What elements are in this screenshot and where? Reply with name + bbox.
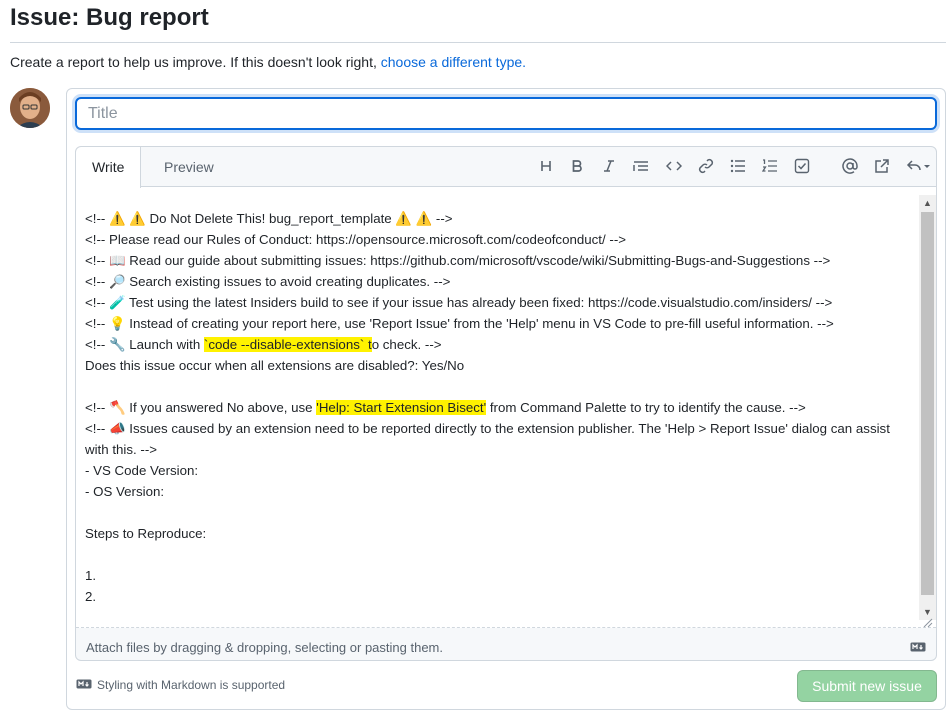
text-line-content: 1. (85, 568, 97, 583)
tab-preview[interactable]: Preview (148, 147, 230, 187)
text-line-content: <!-- ⚠️ ⚠️ Do Not Delete This! bug_repor… (85, 211, 453, 226)
text-line-content: <!-- 📣 Issues caused by an extension nee… (85, 421, 894, 457)
mention-icon[interactable] (836, 153, 864, 179)
markdown-note-text: Styling with Markdown is supported (97, 678, 286, 692)
scroll-up-icon[interactable]: ▲ (919, 195, 936, 211)
text-line: <!-- Please read our Rules of Conduct: h… (85, 229, 903, 250)
text-line: <!-- 🪓 If you answered No above, use 'He… (85, 397, 903, 418)
bold-icon[interactable] (563, 153, 591, 179)
text-line-content: <!-- 💡 Instead of creating your report h… (85, 316, 834, 331)
vertical-scrollbar[interactable]: ▲ ▼ (919, 195, 936, 620)
highlighted-text: `code --disable-extensions` t (203, 337, 372, 352)
text-line-content: o check. --> (371, 337, 442, 352)
text-line-content: - VS Code Version: (85, 463, 199, 478)
heading-icon[interactable] (532, 153, 560, 179)
title-divider (10, 42, 946, 43)
submit-issue-button[interactable]: Submit new issue (797, 670, 937, 702)
attach-files-hint[interactable]: Attach files by dragging & dropping, sel… (86, 640, 443, 655)
text-line: <!-- ⚠️ ⚠️ Do Not Delete This! bug_repor… (85, 208, 903, 229)
code-icon[interactable] (660, 153, 688, 179)
text-line: <!-- 🔎 Search existing issues to avoid c… (85, 271, 903, 292)
text-line (85, 502, 903, 523)
quote-icon[interactable] (627, 153, 655, 179)
text-line: <!-- 🧪 Test using the latest Insiders bu… (85, 292, 903, 313)
text-line-content: Steps to Reproduce: (85, 526, 207, 541)
text-line-content: <!-- 🧪 Test using the latest Insiders bu… (85, 295, 833, 310)
text-line-content: <!-- 🪓 If you answered No above, use (85, 400, 317, 415)
text-line: Does this issue occur when all extension… (85, 355, 903, 376)
page-title: Issue: Bug report (10, 4, 209, 31)
intro-text: Create a report to help us improve. If t… (10, 53, 526, 71)
choose-type-link[interactable]: choose a different type. (381, 54, 526, 70)
text-line: 2. (85, 586, 903, 607)
markdown-icon (910, 639, 926, 657)
undo-icon[interactable] (902, 153, 936, 179)
text-line-content: 2. (85, 589, 97, 604)
text-line: Steps to Reproduce: (85, 523, 903, 544)
reference-icon[interactable] (868, 153, 896, 179)
intro-description: Create a report to help us improve. If t… (10, 54, 381, 70)
comment-textarea[interactable]: <!-- ⚠️ ⚠️ Do Not Delete This! bug_repor… (76, 187, 936, 628)
text-line-content: <!-- Please read our Rules of Conduct: h… (85, 232, 627, 247)
text-line: <!-- 💡 Instead of creating your report h… (85, 313, 903, 334)
resize-handle-icon[interactable] (921, 615, 933, 628)
text-line: 1. (85, 565, 903, 586)
title-input[interactable] (75, 97, 937, 130)
text-line (85, 376, 903, 397)
text-line-content: - OS Version: (85, 484, 165, 499)
text-line: - VS Code Version: (85, 460, 903, 481)
italic-icon[interactable] (595, 153, 623, 179)
ordered-list-icon[interactable] (756, 153, 784, 179)
text-line: <!-- 📣 Issues caused by an extension nee… (85, 418, 903, 460)
link-icon[interactable] (692, 153, 720, 179)
text-line-content: Does this issue occur when all extension… (85, 358, 465, 373)
comment-editor: Write Preview <!-- ⚠️ ⚠️ Do Not Delete T… (75, 146, 937, 661)
text-line: <!-- 🔧 Launch with `code --disable-exten… (85, 334, 903, 355)
text-line: - OS Version: (85, 481, 903, 502)
highlighted-text: 'Help: Start Extension Bisect' (316, 400, 487, 415)
text-line (85, 544, 903, 565)
avatar (10, 88, 50, 128)
text-line-content: from Command Palette to try to identify … (486, 400, 806, 415)
unordered-list-icon[interactable] (724, 153, 752, 179)
text-line-content: <!-- 🔧 Launch with (85, 337, 204, 352)
markdown-note[interactable]: Styling with Markdown is supported (76, 678, 285, 692)
text-line-content: <!-- 🔎 Search existing issues to avoid c… (85, 274, 451, 289)
comment-text[interactable]: <!-- ⚠️ ⚠️ Do Not Delete This! bug_repor… (85, 208, 903, 607)
markdown-icon (76, 678, 92, 692)
scrollbar-thumb[interactable] (921, 212, 934, 595)
text-line-content: <!-- 📖 Read our guide about submitting i… (85, 253, 831, 268)
text-line: <!-- 📖 Read our guide about submitting i… (85, 250, 903, 271)
tab-write[interactable]: Write (76, 147, 142, 188)
task-list-icon[interactable] (788, 153, 816, 179)
